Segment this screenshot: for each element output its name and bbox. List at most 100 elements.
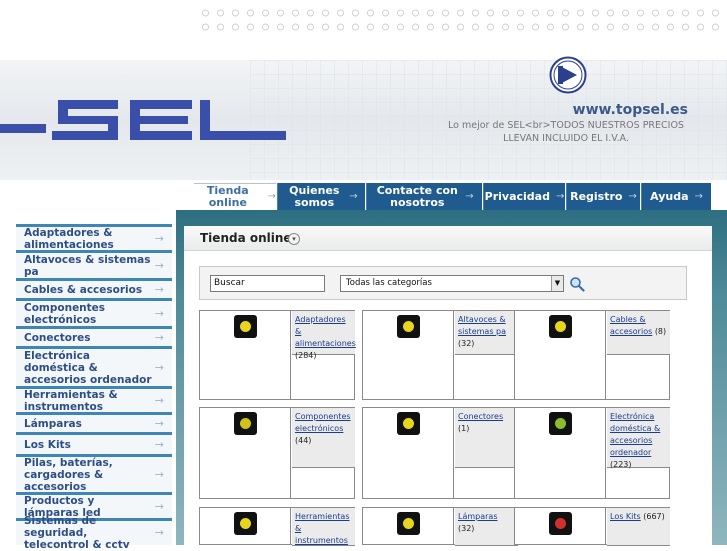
- category-card[interactable]: Lámparas (32): [362, 507, 518, 546]
- arrow-right-icon: →: [154, 467, 164, 481]
- category-select[interactable]: Todas las categorías ▼: [340, 275, 564, 292]
- lamp-icon[interactable]: [397, 512, 420, 535]
- sidebar-item-seguridad[interactable]: Sistemas de seguridad, telecontrol & cct…: [16, 515, 172, 551]
- category-link[interactable]: Los Kits: [610, 512, 641, 521]
- category-image-area[interactable]: [200, 311, 291, 399]
- tab-tienda-online[interactable]: Tienda online →: [194, 183, 276, 210]
- category-count: (667): [643, 512, 665, 521]
- category-link[interactable]: Cables & accesorios: [610, 315, 652, 336]
- arrow-right-icon: →: [154, 499, 164, 513]
- arrow-right-icon: →: [465, 190, 474, 202]
- category-link[interactable]: Adaptadores & alimentaciones: [295, 315, 356, 348]
- category-label-area: Lámparas (32): [455, 508, 518, 546]
- sidebar-item-label: Herramientas & instrumentos: [24, 388, 118, 413]
- category-link[interactable]: Lámparas: [458, 512, 498, 521]
- category-card[interactable]: Herramientas & instrumentos: [199, 507, 355, 546]
- category-card[interactable]: Adaptadores & alimentaciones (284): [199, 310, 356, 400]
- cable-icon[interactable]: [549, 315, 572, 338]
- arrow-right-icon: →: [349, 190, 358, 202]
- sidebar-item-lamparas[interactable]: Lámparas →: [16, 412, 172, 432]
- category-link[interactable]: Herramientas & instrumentos: [295, 512, 350, 545]
- category-image-area[interactable]: [363, 408, 454, 498]
- category-card[interactable]: Altavoces & sistemas pa (32): [362, 310, 518, 400]
- category-card[interactable]: Cables & accesorios (8): [514, 310, 670, 400]
- sidebar-item-adaptadores[interactable]: Adaptadores & alimentaciones →: [16, 224, 172, 251]
- category-select-value: Todas las categorías: [346, 278, 432, 288]
- category-label-area: Componentes electrónicos (44): [292, 408, 355, 468]
- category-image-area[interactable]: [363, 508, 454, 544]
- tab-label: Contacte con nosotros: [376, 183, 458, 209]
- sidebar-item-componentes[interactable]: Componentes electrónicos →: [16, 298, 172, 326]
- sidebar-item-label: Pilas, baterías, cargadores & accesorios: [24, 456, 113, 493]
- category-count: (32): [458, 524, 475, 533]
- arrow-right-icon: →: [267, 191, 276, 202]
- site-url[interactable]: www.topsel.es: [450, 102, 688, 118]
- person-icon-glyph: [555, 418, 566, 429]
- sel-logo[interactable]: [0, 96, 290, 144]
- globe-logo-icon: [549, 56, 587, 94]
- category-card[interactable]: Conectores (1): [362, 407, 518, 499]
- sidebar-item-pilas[interactable]: Pilas, baterías, cargadores & accesorios…: [16, 454, 172, 493]
- speaker-icon[interactable]: [397, 315, 420, 338]
- category-link[interactable]: Altavoces & sistemas pa: [458, 315, 506, 336]
- socket-icon[interactable]: [234, 315, 257, 338]
- arrow-right-icon: →: [154, 282, 164, 296]
- category-link[interactable]: Conectores: [458, 412, 503, 421]
- tab-privacidad[interactable]: Privacidad →: [483, 183, 565, 210]
- category-label-area: Cables & accesorios (8): [607, 311, 670, 355]
- category-count: (284): [295, 351, 317, 360]
- sidebar-item-electronica[interactable]: Electrónica doméstica & accesorios orden…: [16, 346, 172, 386]
- person-icon[interactable]: [549, 412, 572, 435]
- category-count: (44): [295, 436, 312, 445]
- kit-icon[interactable]: [549, 512, 572, 535]
- category-image-area[interactable]: [515, 508, 606, 544]
- arrow-right-icon: →: [154, 437, 164, 451]
- cable-icon-glyph: [555, 321, 566, 332]
- tab-contacte[interactable]: Contacte con nosotros →: [366, 183, 482, 210]
- tab-quienes-somos[interactable]: Quienes somos →: [277, 183, 365, 210]
- tab-ayuda[interactable]: Ayuda →: [641, 183, 711, 210]
- sidebar-item-label: Los Kits: [24, 438, 71, 451]
- tools-icon[interactable]: [234, 512, 257, 535]
- sidebar-item-label: Adaptadores & alimentaciones: [24, 226, 114, 251]
- chevron-down-icon[interactable]: ▼: [551, 276, 563, 291]
- search-input[interactable]: Buscar: [210, 275, 325, 292]
- search-icon[interactable]: [569, 276, 585, 292]
- tab-label: Quienes somos: [289, 183, 340, 209]
- sidebar-item-altavoces[interactable]: Altavoces & sistemas pa →: [16, 250, 172, 278]
- sidebar-item-label: Altavoces & sistemas pa: [24, 253, 151, 278]
- arrow-right-icon: →: [694, 190, 703, 202]
- arrow-right-icon: →: [154, 526, 164, 539]
- arrow-right-icon: →: [154, 330, 164, 344]
- category-image-area[interactable]: [200, 508, 291, 544]
- arrow-right-icon: →: [154, 416, 164, 430]
- category-label-area: Herramientas & instrumentos: [292, 508, 355, 546]
- category-image-area[interactable]: [515, 311, 606, 399]
- chip-icon-glyph: [240, 418, 251, 429]
- category-card[interactable]: Los Kits (667): [514, 507, 670, 546]
- category-label-area: Los Kits (667): [607, 508, 670, 546]
- sidebar-item-herramientas[interactable]: Herramientas & instrumentos →: [16, 386, 172, 413]
- category-label-area: Conectores (1): [455, 408, 518, 468]
- chip-icon[interactable]: [234, 412, 257, 435]
- site-slogan: Lo mejor de SEL<br>TODOS NUESTROS PRECIO…: [448, 120, 684, 144]
- collapse-icon[interactable]: ▾: [288, 233, 300, 245]
- tab-registro[interactable]: Registro →: [566, 183, 640, 210]
- category-card[interactable]: Electrónica doméstica & accesorios orden…: [514, 407, 670, 499]
- category-image-area[interactable]: [515, 408, 606, 498]
- page-title: Tienda online: [200, 231, 292, 245]
- arrow-right-icon: →: [154, 306, 164, 320]
- category-image-area[interactable]: [363, 311, 454, 399]
- decorative-dots: [198, 6, 727, 36]
- category-card[interactable]: Componentes electrónicos (44): [199, 407, 355, 499]
- sidebar-item-conectores[interactable]: Conectores →: [16, 326, 172, 346]
- category-link[interactable]: Electrónica doméstica & accesorios orden…: [610, 412, 660, 457]
- category-image-area[interactable]: [200, 408, 291, 498]
- sidebar-item-los-kits[interactable]: Los Kits →: [16, 432, 172, 454]
- category-count: (8): [654, 327, 667, 336]
- sidebar-item-cables[interactable]: Cables & accesorios →: [16, 278, 172, 298]
- sidebar-item-label: Lámparas: [24, 417, 82, 430]
- connector-icon[interactable]: [397, 412, 420, 435]
- arrow-right-icon: →: [154, 393, 164, 407]
- category-link[interactable]: Componentes electrónicos: [295, 412, 351, 433]
